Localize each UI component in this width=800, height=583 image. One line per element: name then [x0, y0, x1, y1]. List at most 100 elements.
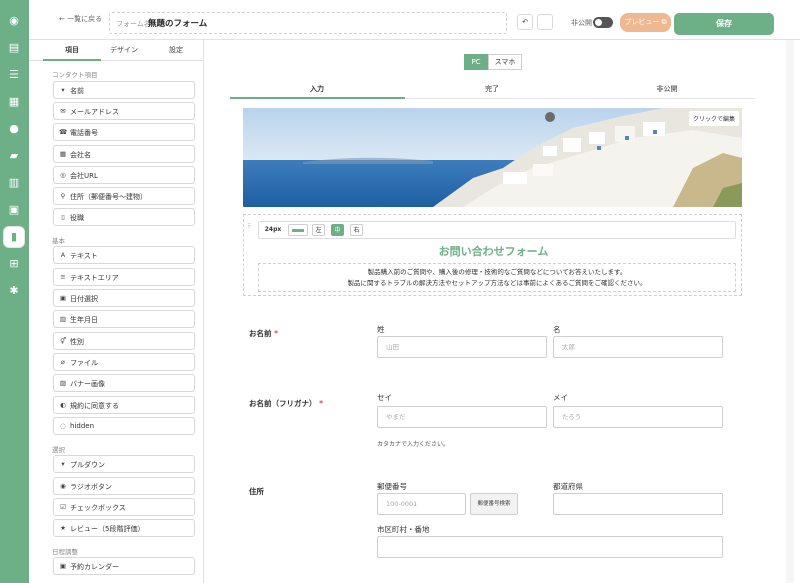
clipboard-icon[interactable]: ▤ — [7, 41, 21, 55]
item-label: テキストエリア — [70, 274, 119, 282]
item-gender[interactable]: ⚥ 性別 — [53, 332, 195, 350]
hero-edit-button[interactable]: クリックで編集 — [688, 111, 739, 126]
folder-icon[interactable]: ▰ — [7, 149, 21, 163]
item-label: ラジオボタン — [70, 483, 112, 491]
city-input[interactable] — [377, 536, 723, 558]
color-picker[interactable] — [288, 224, 308, 236]
font-size-select[interactable]: 24px — [262, 224, 284, 236]
mail-icon: ✉ — [60, 107, 66, 115]
zip-search-button[interactable]: 郵便番号検索 — [470, 493, 518, 515]
first-name-input[interactable]: 太郎 — [553, 336, 723, 358]
publish-toggle[interactable] — [593, 17, 613, 28]
form-builder-app: { "topbar": { "back_label": "← 一覧に戻る", "… — [0, 0, 800, 583]
item-label: ファイル — [70, 359, 98, 367]
document-icon[interactable]: ▮ — [7, 230, 21, 244]
align-left-button[interactable]: 左 — [312, 224, 325, 236]
preview-button[interactable]: プレビュー ⧉ — [620, 13, 671, 32]
field-kana-label: お名前（フリガナ） * — [249, 398, 323, 409]
align-right-button[interactable]: 右 — [350, 224, 363, 236]
top-bar: ← 一覧に戻る フォーム名 無題のフォーム ↶ 非公開 プレビュー ⧉ 保存 — [29, 0, 800, 40]
item-email[interactable]: ✉ メールアドレス — [53, 102, 195, 120]
tab-items[interactable]: 項目 — [43, 45, 101, 55]
list-icon[interactable]: ☰ — [7, 68, 21, 82]
item-label: 役職 — [70, 214, 84, 222]
last-name-label: 姓 — [377, 325, 385, 334]
item-file[interactable]: ⌀ ファイル — [53, 353, 195, 371]
required-mark: * — [274, 329, 279, 338]
item-label: メールアドレス — [70, 108, 119, 116]
form-description[interactable]: 製品購入前のご質問や、購入後の修理・技術的なご質問などについてお答えいたします。… — [258, 263, 736, 292]
redo-icon[interactable] — [537, 14, 553, 30]
item-checkbox[interactable]: ☑ チェックボックス — [53, 498, 195, 516]
calculator-icon[interactable]: ▥ — [7, 176, 21, 190]
form-name-value[interactable]: 無題のフォーム — [148, 17, 207, 29]
item-position[interactable]: ▯ 役職 — [53, 208, 195, 226]
prefecture-input[interactable] — [553, 493, 723, 515]
pin-icon: ⚲ — [60, 192, 66, 200]
item-textarea[interactable]: ≡ テキストエリア — [53, 268, 195, 286]
gender-icon: ⚥ — [60, 337, 66, 345]
item-name[interactable]: ▾ 名前 — [53, 81, 195, 99]
first-kana-input[interactable]: たろう — [553, 406, 723, 428]
section-choice: 選択 — [52, 446, 65, 454]
sitemap-icon[interactable]: ⊞ — [7, 257, 21, 271]
item-phone[interactable]: ☎ 電話番号 — [53, 123, 195, 141]
page-tab-private[interactable]: 非公開 — [592, 84, 742, 94]
badge-icon: ▯ — [61, 213, 65, 221]
item-label: 規約に同意する — [70, 402, 119, 410]
item-label: テキスト — [70, 252, 98, 260]
scrollbar[interactable] — [786, 40, 794, 583]
last-kana-input[interactable]: やまだ — [377, 406, 547, 428]
item-banner[interactable]: ▨ バナー画像 — [53, 374, 195, 392]
eye-off-icon: ◌ — [60, 422, 66, 430]
item-label: hidden — [70, 422, 95, 430]
tab-settings[interactable]: 設定 — [147, 45, 205, 55]
device-sp-button[interactable]: スマホ — [488, 54, 522, 70]
zip-input[interactable]: 100-0001 — [377, 493, 466, 515]
calendar-icon[interactable]: ▣ — [7, 203, 21, 217]
back-link[interactable]: ← 一覧に戻る — [59, 14, 102, 24]
item-company[interactable]: ▦ 会社名 — [53, 145, 195, 163]
paperclip-icon: ⌀ — [61, 358, 65, 366]
building-icon[interactable]: ▦ — [7, 95, 21, 109]
last-name-input[interactable]: 山田 — [377, 336, 547, 358]
item-radio[interactable]: ◉ ラジオボタン — [53, 477, 195, 495]
tab-design[interactable]: デザイン — [95, 45, 153, 55]
undo-icon[interactable]: ↶ — [517, 14, 533, 30]
item-review[interactable]: ★ レビュー（5段階評価） — [53, 519, 195, 537]
page-tab-complete[interactable]: 完了 — [417, 84, 567, 94]
section-contact: コンタクト項目 — [52, 71, 98, 79]
page-tab-input[interactable]: 入力 — [242, 84, 392, 94]
required-mark: * — [319, 399, 324, 408]
first-name-label: 名 — [553, 325, 561, 334]
gear-icon[interactable]: ✱ — [7, 284, 21, 298]
item-terms[interactable]: ◐ 規約に同意する — [53, 396, 195, 414]
kana-hint: カタカナで入力ください。 — [377, 441, 450, 448]
item-panel: 項目 デザイン 設定 コンタクト項目 ▾ 名前 ✉ メールアドレス ☎ 電話番号 ▦ 会… — [29, 40, 204, 583]
item-label: 名前 — [70, 87, 84, 95]
item-company-url[interactable]: ◎ 会社URL — [53, 166, 195, 184]
description-line-2: 製品に関するトラブルの解決方法やセットアップ方法などは事前によくあるご質問をご確… — [347, 279, 647, 287]
santorini-image — [243, 108, 742, 207]
item-address[interactable]: ⚲ 住所（郵便番号〜建物） — [53, 187, 195, 205]
device-pc-button[interactable]: PC — [464, 54, 488, 70]
hero-banner-image[interactable]: クリックで編集 — [243, 108, 742, 207]
users-icon[interactable]: ● — [7, 122, 21, 136]
form-title[interactable]: お問い合わせフォーム — [244, 243, 743, 259]
item-hidden[interactable]: ◌ hidden — [53, 417, 195, 435]
drag-handle-icon[interactable]: ⠿ — [247, 223, 251, 230]
item-label: 予約カレンダー — [70, 563, 119, 571]
item-calendar[interactable]: ▣ 予約カレンダー — [53, 557, 195, 575]
radio-icon: ◉ — [60, 482, 66, 490]
palette-icon[interactable]: ◉ — [7, 14, 21, 28]
item-date[interactable]: ▣ 日付選択 — [53, 289, 195, 307]
section-basic: 基本 — [52, 237, 65, 245]
form-name-field[interactable]: フォーム名 無題のフォーム — [109, 12, 507, 34]
item-birthday[interactable]: ▥ 生年月日 — [53, 310, 195, 328]
save-button[interactable]: 保存 — [674, 13, 774, 35]
item-text[interactable]: A テキスト — [53, 246, 195, 264]
item-dropdown[interactable]: ▾ プルダウン — [53, 455, 195, 473]
form-header-block[interactable]: ⠿ 24px 左 中 右 お問い合わせフォーム 製品購入前のご質問や、購入後の修… — [243, 214, 742, 296]
checkbox-icon: ☑ — [60, 503, 66, 511]
align-center-button[interactable]: 中 — [331, 224, 344, 236]
